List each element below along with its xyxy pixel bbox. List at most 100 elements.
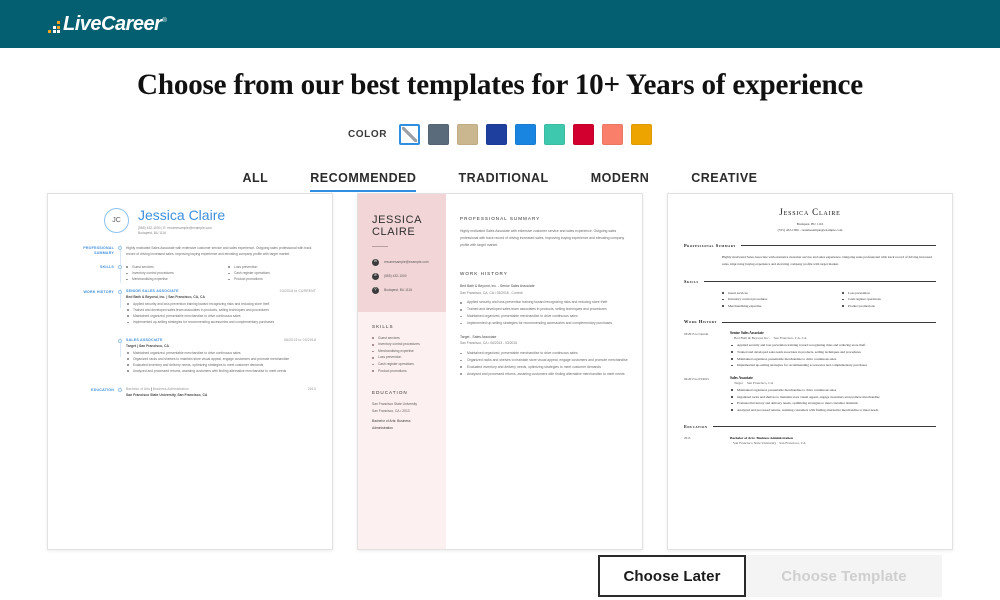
t2-education-label: EDUCATION [372,390,408,396]
t2-education-section: EDUCATION San Francisco State University… [372,390,436,431]
list-item: Loss prevention [372,354,436,361]
t2-candidate-name: JESSICA CLAIRE [372,214,436,239]
t1-monogram: JC [104,208,129,233]
t1-summary-label-w2: SUMMARY [94,251,114,256]
list-item: Maintained organized, presentable mercha… [460,313,628,320]
list-item: Product promotions [372,368,436,375]
t1-candidate-name: Jessica Claire [138,207,226,223]
template-card-3[interactable]: Jessica Claire Budapest, BU 1116 (555) 4… [667,193,953,550]
app-header: LiveCareer® [0,0,1000,48]
t3-skills-col-left: Guest services Inventory control procedu… [722,290,816,310]
t2-education-meta: San Francisco, CA • 2013 [372,408,410,413]
color-swatch-slate-gray[interactable] [428,124,450,145]
color-swatch-amber-gold[interactable] [631,124,653,145]
t1-education-label: EDUCATION [91,388,114,393]
color-swatch-salmon-coral[interactable] [602,124,624,145]
t3-summary-text: Highly motivated Sales Associate with ex… [722,255,932,267]
t1-job-employer: Target | San Francisco, CA [126,343,169,348]
t1-dot-icon [118,388,122,393]
list-item: Analyzed and processed returns, assistin… [460,371,628,378]
t2-skills-list: Guest services Inventory control procedu… [372,335,436,375]
t3-education-label: Education [684,423,708,429]
t3-employer-text: Target [734,381,743,386]
list-item: Cash register operations [372,361,436,368]
t2-job-meta: San Francisco, CA, CA • 03/2018 - Curren… [460,290,523,295]
t1-dot-icon [118,290,122,295]
t1-rail-work-2 [114,338,126,358]
t1-job-role: SENIOR SALES ASSOCIATE [126,289,179,294]
color-swatch-khaki-tan[interactable] [457,124,479,145]
tab-traditional[interactable]: TRADITIONAL [458,171,548,192]
color-picker-label: COLOR [347,129,388,140]
t1-edu-degree-text: Bachelor of Arts [126,387,150,392]
t2-divider [372,245,388,247]
list-item: Cash register operations [842,296,936,303]
choose-template-button[interactable]: Choose Template [746,555,942,597]
t1-skills-col-right: Loss prevention Cash register operations… [228,264,316,282]
t2-email-text: resumesample@example.com [384,260,429,265]
footer-actions: Choose Later Choose Template [0,552,1000,600]
t2-job-meta: San Francisco, CA • 06/2013 - 03/2015 [460,341,518,346]
t3-employer-text: Bed Bath & Beyond, Inc. [734,336,770,341]
t1-rail-skills [114,264,126,284]
t3-section-summary: Professional Summary Highly motivated Sa… [684,243,936,268]
color-swatch-crimson-red[interactable] [573,124,595,145]
choose-later-button[interactable]: Choose Later [598,555,746,597]
t3-rule [722,321,936,323]
t3-school-location: San Francisco, CA [779,440,806,445]
t2-job-1: Bed Bath & Beyond, Inc. - Senior Sales A… [460,283,628,327]
list-item: Organized racks and shelves to maintain … [460,357,628,364]
list-item: Merchandising expertise [126,276,214,282]
list-item: Implemented up-selling strategies for re… [126,319,316,325]
t1-contact-line2: Budapest, BU 1116 [138,230,167,235]
t1-work-label: WORK HISTORY [83,290,114,295]
t1-skills-label: SKILLS [100,265,114,270]
color-swatch-bright-blue[interactable] [515,124,537,145]
t1-dot-icon [118,265,122,270]
t1-section-education: EDUCATION Bachelor of Arts | Business Ad… [56,387,320,397]
list-item: Applied security and loss prevention tra… [730,342,936,349]
list-item: Implemented up-selling strategies for re… [730,362,936,369]
t2-job-bullets: Applied security and loss prevention tra… [460,299,628,327]
t1-dot-icon [118,245,122,250]
tab-all[interactable]: ALL [242,171,268,192]
list-item: Applied security and loss prevention tra… [460,299,628,306]
template-card-2[interactable]: JESSICA CLAIRE ✉ resumesample@example.co… [357,193,643,550]
t3-job-date: 06/2013 to 03/2015 [684,376,709,381]
t2-name-line2: CLAIRE [372,226,416,239]
livecareer-logo[interactable]: LiveCareer® [48,14,167,34]
t3-candidate-name: Jessica Claire [779,207,841,217]
list-item: Merchandising expertise [722,303,816,310]
list-item: Guest services [722,290,816,297]
color-swatch-turquoise[interactable] [544,124,566,145]
t1-section-skills: SKILLS Guest services Inventory control … [56,264,320,284]
template-card-1[interactable]: JC Jessica Claire (555) 432-1000 | E: re… [47,193,333,550]
t3-job-employer: Bed Bath & Beyond, Inc. San Francisco, CA… [730,336,936,340]
template-gallery: JC Jessica Claire (555) 432-1000 | E: re… [0,193,1000,550]
category-tabs: ALL RECOMMENDED TRADITIONAL MODERN CREAT… [0,171,1000,192]
color-swatch-navy-blue[interactable] [486,124,508,145]
t3-education-entry: 2013 Bachelor of Arts: Business Administ… [684,436,936,445]
phone-icon: ✆ [372,272,379,280]
t2-edu-degree-l2: Administration [372,425,393,430]
t3-school-text: San Francisco State University [733,440,777,445]
list-item: Evaluated inventory and delivery needs, … [460,364,628,371]
tab-recommended[interactable]: RECOMMENDED [310,171,417,192]
t2-main-column: PROFESSIONAL SUMMARY Highly motivated Sa… [446,194,642,549]
t2-contact-phone: ✆ (555) 432-1000 [372,272,436,280]
list-item: Product promotions [842,303,936,310]
t1-section-work: WORK HISTORY SENIOR SALES ASSOCIATE 03/2… [56,289,320,331]
t1-work-label-spacer [56,338,114,339]
tab-modern[interactable]: MODERN [591,171,650,192]
tab-creative[interactable]: CREATIVE [691,171,757,192]
t1-section-summary: PROFESSIONAL SUMMARY Highly motivated Sa… [56,244,320,264]
t3-work-label: Work History [684,319,718,325]
t1-job-date: 08/2013 to 03/2018 [283,338,316,343]
t1-job-role: SALES ASSOCIATE [126,338,163,343]
t1-education-school: San Francisco State University, San Fran… [126,392,208,397]
color-swatch-none[interactable] [399,124,421,145]
t3-skills-col-right: Loss prevention Cash register operations… [842,290,936,310]
t2-phone-text: (555) 432-1000 [384,274,407,279]
t1-section-work-2: SALES ASSOCIATE 08/2013 to 03/2018 Targe… [56,338,320,380]
list-item: Analyzed and processed returns, assistin… [126,368,316,374]
